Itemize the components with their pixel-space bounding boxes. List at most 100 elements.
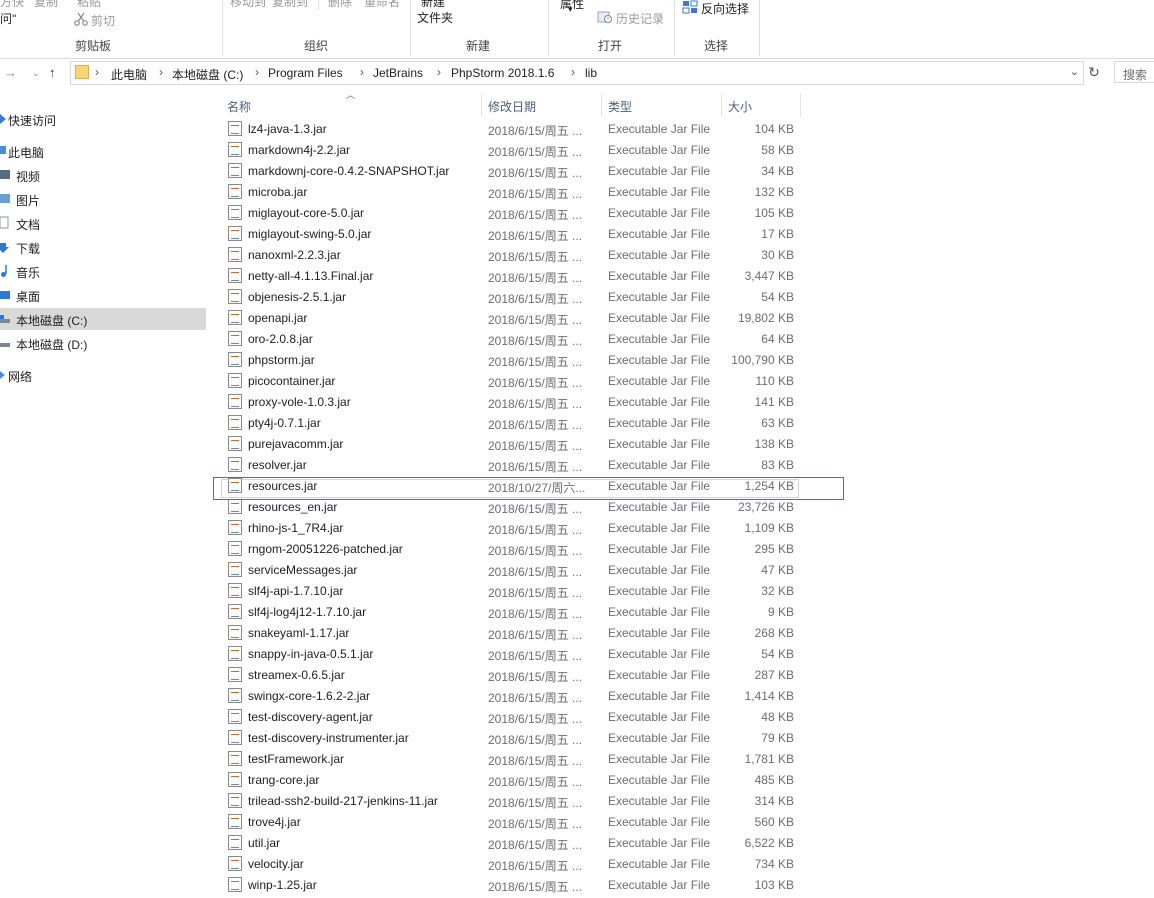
ribbon-pin-label[interactable]: 方快 <box>0 0 24 10</box>
search-box[interactable]: 搜索 <box>1114 61 1154 83</box>
chevron-right-icon[interactable]: › <box>360 65 364 79</box>
invert-selection-button[interactable]: 反向选择 <box>701 0 749 17</box>
file-row[interactable]: trove4j.jar 2018/6/15/周五 ... Executable Ja… <box>221 811 801 832</box>
sidebar-item-network[interactable]: 网络 <box>0 364 206 386</box>
file-row[interactable]: rhino-js-1_7R4.jar 2018/6/15/周五 ... Execut… <box>221 517 801 538</box>
sidebar-item-music[interactable]: 音乐 <box>0 260 206 282</box>
file-row[interactable]: picocontainer.jar 2018/6/15/周五 ... Executa… <box>221 370 801 391</box>
column-header-date[interactable]: 修改日期 <box>482 93 600 117</box>
file-row[interactable]: util.jar 2018/6/15/周五 ... Executable Jar F… <box>221 832 801 853</box>
file-row[interactable]: slf4j-api-1.7.10.jar 2018/6/15/周五 ... Exec… <box>221 580 801 601</box>
file-row[interactable]: microba.jar 2018/6/15/周五 ... Executable Ja… <box>221 181 801 202</box>
file-row[interactable]: slf4j-log4j12-1.7.10.jar 2018/6/15/周五 ...… <box>221 601 801 622</box>
address-dropdown-icon[interactable]: ⌄ <box>1070 65 1079 78</box>
sidebar-item-quick-access[interactable]: 快速访问 <box>0 108 206 130</box>
file-row[interactable]: miglayout-core-5.0.jar 2018/6/15/周五 ... Ex… <box>221 202 801 223</box>
sidebar-item-documents[interactable]: 文档 <box>0 212 206 234</box>
jar-file-icon <box>228 331 242 346</box>
breadcrumb-drive-c[interactable]: 本地磁盘 (C:) <box>172 66 243 83</box>
column-divider[interactable] <box>800 93 801 117</box>
ribbon-paste-label[interactable]: 粘贴 <box>77 0 101 10</box>
breadcrumb-this-pc[interactable]: 此电脑 <box>111 66 147 83</box>
ribbon-copy-label[interactable]: 复制 <box>34 0 58 10</box>
file-row[interactable]: snappy-in-java-0.5.1.jar 2018/6/15/周五 ...… <box>221 643 801 664</box>
file-row[interactable]: serviceMessages.jar 2018/6/15/周五 ... Execu… <box>221 559 801 580</box>
rename-button[interactable]: 重命名 <box>364 0 400 10</box>
file-row[interactable]: openapi.jar 2018/6/15/周五 ... Executable Ja… <box>221 307 801 328</box>
file-row[interactable]: phpstorm.jar 2018/6/15/周五 ... Executable J… <box>221 349 801 370</box>
file-row[interactable]: resolver.jar 2018/6/15/周五 ... Executable J… <box>221 454 801 475</box>
search-input[interactable]: 搜索 <box>1123 66 1147 83</box>
chevron-right-icon[interactable]: › <box>95 65 99 79</box>
file-row[interactable]: proxy-vole-1.0.3.jar 2018/6/15/周五 ... Exec… <box>221 391 801 412</box>
file-row[interactable]: pty4j-0.7.1.jar 2018/6/15/周五 ... Executabl… <box>221 412 801 433</box>
column-header-type[interactable]: 类型 <box>602 93 720 117</box>
move-to-button[interactable]: 移动到 <box>230 0 266 10</box>
chevron-right-icon[interactable]: › <box>159 65 163 79</box>
file-row[interactable]: rngom-20051226-patched.jar 2018/6/15/周五 .… <box>221 538 801 559</box>
recent-dropdown-icon[interactable]: ⌄ <box>32 68 40 79</box>
file-row[interactable]: winp-1.25.jar 2018/6/15/周五 ... Executable … <box>221 874 801 895</box>
file-size: 58 KB <box>761 143 794 157</box>
file-date: 2018/6/15/周五 ... <box>488 817 583 831</box>
file-row[interactable]: swingx-core-1.6.2-2.jar 2018/6/15/周五 ... E… <box>221 685 801 706</box>
jar-file-icon <box>228 709 242 724</box>
file-row[interactable]: oro-2.0.8.jar 2018/6/15/周五 ... Executable … <box>221 328 801 349</box>
breadcrumb-jetbrains[interactable]: JetBrains <box>373 66 423 80</box>
refresh-icon[interactable]: ↻ <box>1083 61 1105 83</box>
sidebar-item-this-pc[interactable]: 此电脑 <box>0 140 206 162</box>
file-row[interactable]: netty-all-4.1.13.Final.jar 2018/6/15/周五 .… <box>221 265 801 286</box>
history-button[interactable]: 历史记录 <box>616 10 664 27</box>
sidebar-item-downloads[interactable]: 下载 <box>0 236 206 258</box>
file-size: 63 KB <box>761 416 794 430</box>
sidebar-item-drive-c[interactable]: 本地磁盘 (C:) <box>0 308 206 330</box>
scissors-icon[interactable] <box>74 12 88 26</box>
file-date: 2018/6/15/周五 ... <box>488 355 583 369</box>
address-bar[interactable]: › 此电脑 › 本地磁盘 (C:) › Program Files › JetB… <box>70 61 1084 85</box>
file-row[interactable]: streamex-0.6.5.jar 2018/6/15/周五 ... Execut… <box>221 664 801 685</box>
file-row[interactable]: test-discovery-agent.jar 2018/6/15/周五 ...… <box>221 706 801 727</box>
file-row[interactable]: velocity.jar 2018/6/15/周五 ... Executable J… <box>221 853 801 874</box>
column-header-size[interactable]: 大小 <box>722 93 800 117</box>
file-row[interactable]: trilead-ssh2-build-217-jenkins-11.jar 201… <box>221 790 801 811</box>
file-row[interactable]: trang-core.jar 2018/6/15/周五 ... Executable… <box>221 769 801 790</box>
file-row[interactable]: testFramework.jar 2018/6/15/周五 ... Executa… <box>221 748 801 769</box>
back-arrow-icon[interactable]: → <box>4 65 17 80</box>
chevron-right-icon[interactable]: › <box>255 65 259 79</box>
file-row[interactable]: purejavacomm.jar 2018/6/15/周五 ... Executab… <box>221 433 801 454</box>
breadcrumb-lib[interactable]: lib <box>585 66 597 80</box>
cut-button[interactable]: 剪切 <box>91 12 115 29</box>
delete-button[interactable]: 删除 <box>328 0 352 10</box>
column-header-name[interactable]: 名称 <box>221 93 481 117</box>
file-size: 19,802 KB <box>737 311 794 325</box>
file-type: Executable Jar File <box>608 395 711 409</box>
invert-selection-icon[interactable] <box>682 0 698 14</box>
breadcrumb-program-files[interactable]: Program Files <box>268 66 343 80</box>
file-name: openapi.jar <box>248 311 308 325</box>
file-row[interactable]: snakeyaml-1.17.jar 2018/6/15/周五 ... Execut… <box>221 622 801 643</box>
sidebar-item-desktop[interactable]: 桌面 <box>0 284 206 306</box>
file-name: slf4j-api-1.7.10.jar <box>248 584 344 598</box>
chevron-down-icon[interactable]: ▾ <box>568 4 573 15</box>
file-date: 2018/6/15/周五 ... <box>488 460 583 474</box>
sidebar-item-videos[interactable]: 视频 <box>0 164 206 186</box>
sidebar-item-pictures[interactable]: 图片 <box>0 188 206 210</box>
file-row[interactable]: markdownj-core-0.4.2-SNAPSHOT.jar 2018/6/… <box>221 160 801 181</box>
file-row[interactable]: nanoxml-2.2.3.jar 2018/6/15/周五 ... Executa… <box>221 244 801 265</box>
file-size: 17 KB <box>761 227 794 241</box>
copy-to-button[interactable]: 复制到 <box>272 0 308 10</box>
breadcrumb-phpstorm[interactable]: PhpStorm 2018.1.6 <box>451 66 554 80</box>
file-row[interactable]: objenesis-2.5.1.jar 2018/6/15/周五 ... Execu… <box>221 286 801 307</box>
file-date: 2018/6/15/周五 ... <box>488 418 583 432</box>
new-folder-button[interactable]: 文件夹 <box>417 9 453 26</box>
file-row[interactable]: miglayout-swing-5.0.jar 2018/6/15/周五 ... E… <box>221 223 801 244</box>
file-row[interactable]: test-discovery-instrumenter.jar 2018/6/15… <box>221 727 801 748</box>
sidebar-item-drive-d[interactable]: 本地磁盘 (D:) <box>0 332 206 354</box>
desktop-icon <box>0 291 10 299</box>
up-arrow-icon[interactable]: ↑ <box>49 65 56 80</box>
history-icon[interactable] <box>597 10 612 24</box>
file-row[interactable]: markdown4j-2.2.jar 2018/6/15/周五 ... Execut… <box>221 139 801 160</box>
chevron-right-icon[interactable]: › <box>571 65 575 79</box>
file-row[interactable]: lz4-java-1.3.jar 2018/6/15/周五 ... Executab… <box>221 118 801 139</box>
chevron-right-icon[interactable]: › <box>437 65 441 79</box>
